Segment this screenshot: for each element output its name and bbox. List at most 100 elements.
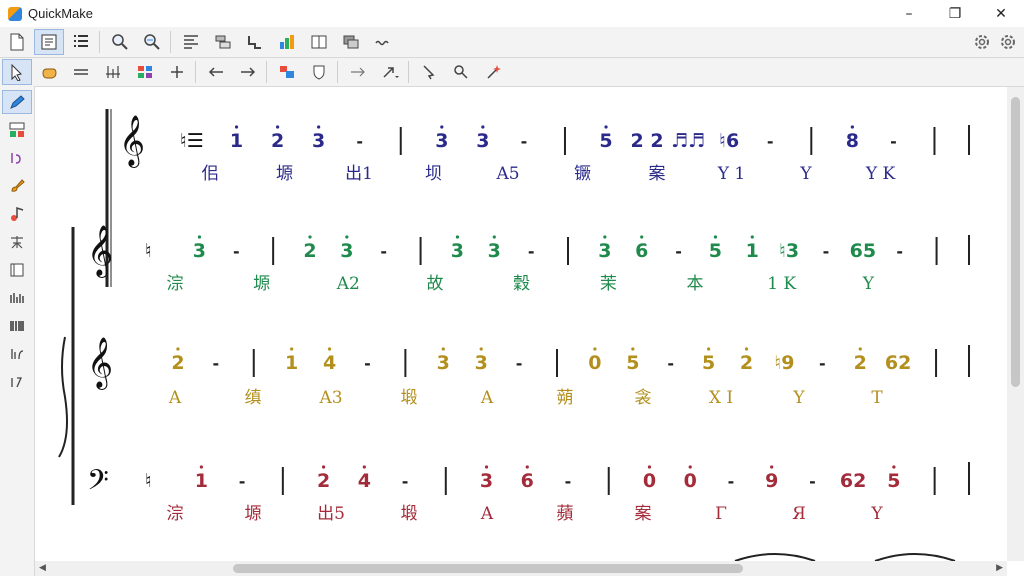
note-number[interactable]: 5 <box>599 130 612 152</box>
note-number[interactable]: 3 <box>340 240 353 262</box>
lyric-syllable[interactable]: Y <box>799 164 812 184</box>
hold-dash[interactable]: - <box>528 242 535 261</box>
align-button[interactable] <box>176 29 206 55</box>
edit-view-button[interactable] <box>34 29 64 55</box>
hold-dash[interactable]: - <box>890 132 897 151</box>
lyric-syllable[interactable]: 淙 <box>167 504 184 524</box>
note-number[interactable]: 5 <box>709 240 722 262</box>
zoom-in-button[interactable] <box>105 29 135 55</box>
lyric-syllable[interactable]: 穀 <box>513 274 530 294</box>
cursor-tool-button[interactable] <box>414 59 444 85</box>
lyric-syllable[interactable]: A <box>480 504 494 524</box>
horizontal-scrollbar[interactable]: ◀ ▶ <box>35 561 1007 576</box>
close-button[interactable]: ✕ <box>978 0 1024 27</box>
note-number[interactable]: 9 <box>765 470 778 492</box>
barcode-button[interactable] <box>2 314 32 338</box>
lyric-syllable[interactable]: Я <box>792 504 806 524</box>
lyric-syllable[interactable]: Y K <box>865 164 896 184</box>
more-button[interactable] <box>368 29 398 55</box>
hold-dash[interactable]: - <box>380 242 387 261</box>
text-button[interactable] <box>2 230 32 254</box>
hold-dash[interactable]: - <box>767 132 774 151</box>
note-number[interactable]: 2 <box>854 352 867 374</box>
measure-button[interactable] <box>2 286 32 310</box>
lyric-syllable[interactable]: 1 K <box>767 274 796 294</box>
note-number[interactable]: 8 <box>846 130 859 152</box>
minimize-button[interactable]: – <box>886 0 932 27</box>
note-number[interactable]: 3 <box>476 130 489 152</box>
note-number[interactable]: 1 <box>746 240 759 262</box>
hand-tool-button[interactable] <box>34 59 64 85</box>
note-number[interactable]: 1 <box>195 470 208 492</box>
lyric-syllable[interactable]: 衾 <box>635 388 652 408</box>
note-number[interactable]: 3 <box>488 240 501 262</box>
chart-button[interactable] <box>272 29 302 55</box>
lyric-syllable[interactable]: 故 <box>427 274 444 294</box>
lyric-syllable[interactable]: 塬 <box>245 504 262 524</box>
hold-dash[interactable]: - <box>213 354 220 373</box>
hold-dash[interactable]: - <box>402 472 409 491</box>
book-button[interactable] <box>304 29 334 55</box>
add-button[interactable] <box>162 59 192 85</box>
scroll-left-arrow-icon[interactable]: ◀ <box>39 563 46 573</box>
lyric-syllable[interactable]: A3 <box>318 388 342 408</box>
note-number[interactable]: 3 <box>451 240 464 262</box>
note-number[interactable]: 2 2 <box>631 130 664 152</box>
note-number[interactable]: ♮9 <box>774 352 794 374</box>
note-number[interactable]: 5 <box>887 470 900 492</box>
settings-gear-icon[interactable] <box>972 32 992 52</box>
lyric-syllable[interactable]: Y <box>862 274 875 294</box>
note-number[interactable]: 3 <box>437 352 450 374</box>
lyric-syllable[interactable]: A5 <box>495 164 519 184</box>
insert-block-button[interactable] <box>272 59 302 85</box>
resize-dropdown-button[interactable] <box>375 59 405 85</box>
hold-dash[interactable]: - <box>233 242 240 261</box>
lyric-syllable[interactable]: 缜 <box>245 388 262 408</box>
lyric-syllable[interactable]: 镢 <box>574 164 591 184</box>
step-button[interactable] <box>240 29 270 55</box>
note-number[interactable]: ♮3 <box>779 240 799 262</box>
note-number[interactable]: 0 <box>643 470 656 492</box>
note-number[interactable]: 2 <box>740 352 753 374</box>
note-number[interactable]: 3 <box>193 240 206 262</box>
move-left-button[interactable] <box>201 59 231 85</box>
list-view-button[interactable] <box>66 29 96 55</box>
lyric-syllable[interactable]: 坝 <box>425 164 442 184</box>
hold-dash[interactable]: - <box>565 472 572 491</box>
note-number[interactable]: 1 <box>230 130 243 152</box>
note-number[interactable]: 3 <box>435 130 448 152</box>
note-number[interactable]: 5 <box>626 352 639 374</box>
lyric-syllable[interactable]: 佀 <box>202 164 219 184</box>
lyric-syllable[interactable]: Y <box>870 504 883 524</box>
note-number[interactable]: 0 <box>588 352 601 374</box>
hold-dash[interactable]: - <box>809 472 816 491</box>
new-document-button[interactable] <box>2 29 32 55</box>
key-signature[interactable]: ♮ <box>145 240 152 262</box>
lyric-syllable[interactable]: X I <box>709 388 733 408</box>
vertical-scrollbar[interactable] <box>1007 87 1024 561</box>
lyric-syllable[interactable]: 塬 <box>276 164 293 184</box>
hold-dash[interactable]: - <box>356 132 363 151</box>
frame-button[interactable] <box>2 258 32 282</box>
note-number[interactable]: 65 <box>850 240 876 262</box>
shield-tool-button[interactable] <box>304 59 334 85</box>
hold-dash[interactable]: - <box>896 242 903 261</box>
note-number[interactable]: 6 <box>635 240 648 262</box>
hold-dash[interactable]: - <box>239 472 246 491</box>
vertical-scroll-thumb[interactable] <box>1011 97 1020 387</box>
lyric-syllable[interactable]: A2 <box>336 274 360 294</box>
lyric-syllable[interactable]: 茉 <box>600 274 617 294</box>
note-number[interactable]: 62 <box>885 352 911 374</box>
note-number[interactable]: 4 <box>358 470 371 492</box>
note-number[interactable]: 2 <box>171 352 184 374</box>
hold-dash[interactable]: - <box>667 354 674 373</box>
note-number[interactable]: 3 <box>480 470 493 492</box>
hold-dash[interactable]: - <box>516 354 523 373</box>
lyric-syllable[interactable]: 案 <box>635 504 652 524</box>
score-canvas[interactable]: 𝄞 ♮☰ 1 2 3-3 3-5 2 2 ♬♬ ♮6-8- 佀塬出1 坝 A5 镢案 Y 1YY K 𝄞 ♮ 3… <box>35 87 1007 561</box>
notation-button[interactable] <box>2 146 32 170</box>
note-number[interactable]: 1 <box>285 352 298 374</box>
hold-dash[interactable]: - <box>728 472 735 491</box>
tempo-button[interactable] <box>2 342 32 366</box>
note-number[interactable]: ♮6 <box>719 130 739 152</box>
